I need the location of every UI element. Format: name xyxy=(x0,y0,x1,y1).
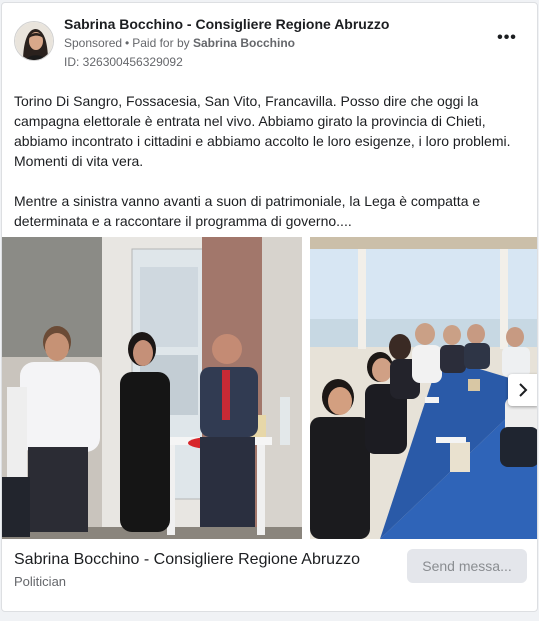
sponsored-label: Sponsored xyxy=(64,36,123,50)
paid-for-label: Paid for by xyxy=(132,36,190,50)
separator-dot: • xyxy=(125,36,130,50)
more-options-icon[interactable]: ••• xyxy=(495,30,519,51)
ad-footer: Sabrina Bocchino - Consigliere Regione A… xyxy=(2,539,537,611)
carousel-image-1[interactable] xyxy=(2,237,302,539)
footer-category: Politician xyxy=(14,574,67,589)
page-name-link[interactable]: Sabrina Bocchino - Consigliere Regione A… xyxy=(64,16,389,32)
send-message-button[interactable]: Send messa... xyxy=(407,549,527,583)
funder-name: Sabrina Bocchino xyxy=(192,36,295,50)
ad-card: Sabrina Bocchino - Consigliere Regione A… xyxy=(1,2,538,612)
body-paragraph-2: Mentre a sinistra vanno avanti a suon di… xyxy=(14,193,481,229)
image-carousel[interactable] xyxy=(2,237,537,539)
ad-header: Sabrina Bocchino - Consigliere Regione A… xyxy=(2,3,537,83)
footer-page-name[interactable]: Sabrina Bocchino - Consigliere Regione A… xyxy=(14,551,360,569)
avatar[interactable] xyxy=(14,21,54,61)
chevron-right-icon xyxy=(519,383,528,397)
ad-body-text: Torino Di Sangro, Fossacesia, San Vito, … xyxy=(14,91,524,251)
carousel-image-2[interactable] xyxy=(310,237,537,539)
carousel-next-button[interactable] xyxy=(508,374,537,406)
sponsored-line: Sponsored • Paid for by Sabrina Bocchino xyxy=(64,36,295,50)
body-paragraph-1: Torino Di Sangro, Fossacesia, San Vito, … xyxy=(14,93,511,169)
ad-id: ID: 326300456329092 xyxy=(64,55,183,69)
